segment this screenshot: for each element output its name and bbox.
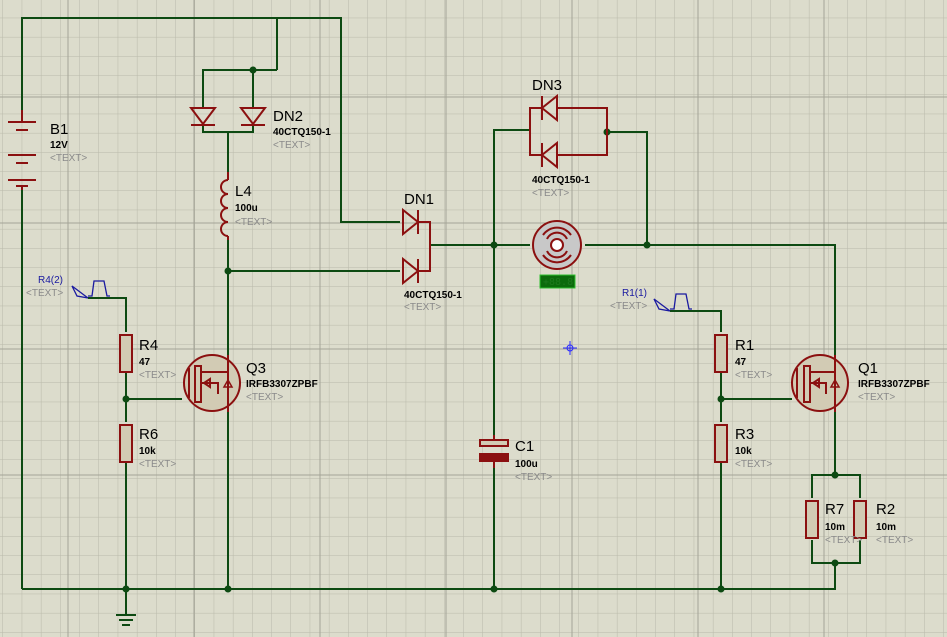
resistor-r6-icon[interactable] — [119, 424, 133, 463]
resistor-r2-icon[interactable] — [853, 500, 867, 539]
r1-text: <TEXT> — [735, 370, 772, 381]
schematic-canvas[interactable]: B1 12V <TEXT> DN2 40CTQ150-1 <TEXT> L4 1… — [0, 0, 947, 637]
resistor-r4-icon[interactable] — [119, 334, 133, 373]
r6-ref: R6 — [139, 426, 158, 443]
c1-ref: C1 — [515, 438, 534, 455]
l4-value: 100u — [235, 203, 258, 214]
r3-ref: R3 — [735, 426, 754, 443]
resistor-r1-icon[interactable] — [714, 334, 728, 373]
q3-text: <TEXT> — [246, 392, 283, 403]
r1-1-generator-text: <TEXT> — [610, 301, 647, 312]
r7-value: 10m — [825, 522, 845, 533]
dn3-text: <TEXT> — [532, 188, 569, 199]
r1-ref: R1 — [735, 337, 754, 354]
q1-ref: Q1 — [858, 360, 878, 377]
r3-value: 10k — [735, 446, 752, 457]
r6-value: 10k — [139, 446, 156, 457]
c1-text: <TEXT> — [515, 472, 552, 483]
r3-text: <TEXT> — [735, 459, 772, 470]
q3-ref: Q3 — [246, 360, 266, 377]
r6-text: <TEXT> — [139, 459, 176, 470]
q3-value: IRFB3307ZPBF — [246, 379, 318, 390]
r4-2-generator-text: <TEXT> — [26, 288, 63, 299]
dn2-text: <TEXT> — [273, 140, 310, 151]
dn2-ref: DN2 — [273, 108, 303, 125]
resistor-r7-icon[interactable] — [805, 500, 819, 539]
dc-motor-icon[interactable] — [532, 220, 582, 270]
b1-ref: B1 — [50, 121, 68, 138]
grid — [0, 0, 947, 637]
dn3-ref: DN3 — [532, 77, 562, 94]
l4-text: <TEXT> — [235, 217, 272, 228]
motor-readout: +88.8 — [543, 277, 573, 288]
dn1-value: 40CTQ150-1 — [404, 290, 462, 301]
dn3-value: 40CTQ150-1 — [532, 175, 590, 186]
r2-value: 10m — [876, 522, 896, 533]
r2-ref: R2 — [876, 501, 895, 518]
mosfet-q1-icon[interactable] — [791, 354, 849, 412]
mosfet-q3-icon[interactable] — [183, 354, 241, 412]
dn1-text: <TEXT> — [404, 302, 441, 313]
r7-text: <TEXT> — [825, 535, 862, 546]
q1-value: IRFB3307ZPBF — [858, 379, 930, 390]
r1-value: 47 — [735, 357, 747, 368]
r4-value: 47 — [139, 357, 151, 368]
q1-text: <TEXT> — [858, 392, 895, 403]
r4-ref: R4 — [139, 337, 158, 354]
dn1-ref: DN1 — [404, 191, 434, 208]
c1-value: 100u — [515, 459, 538, 470]
r4-2-generator-label: R4(2) — [38, 275, 63, 286]
r2-text: <TEXT> — [876, 535, 913, 546]
resistor-r3-icon[interactable] — [714, 424, 728, 463]
b1-value: 12V — [50, 140, 68, 151]
l4-ref: L4 — [235, 183, 252, 200]
schematic: B1 12V <TEXT> DN2 40CTQ150-1 <TEXT> L4 1… — [0, 0, 947, 637]
r7-ref: R7 — [825, 501, 844, 518]
r4-text: <TEXT> — [139, 370, 176, 381]
dn2-value: 40CTQ150-1 — [273, 127, 331, 138]
r1-1-generator-label: R1(1) — [622, 288, 647, 299]
b1-text: <TEXT> — [50, 153, 87, 164]
